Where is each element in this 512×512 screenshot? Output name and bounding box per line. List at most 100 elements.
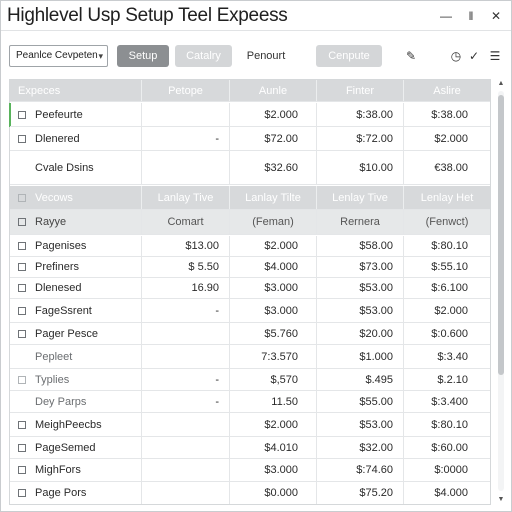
row-checkbox[interactable] [18,329,26,338]
group-checkbox[interactable] [18,193,26,202]
table-row[interactable]: FageSsrent - $3.000 $53.00 $2.000 [10,299,490,323]
cell-value: $:3.40 [437,350,468,363]
row-label: MeighPeecbs [35,418,102,431]
row-checkbox[interactable] [18,110,26,119]
cell-value: $:72.00 [317,127,404,150]
row-checkbox[interactable] [18,466,26,474]
row-checkbox[interactable] [18,489,26,497]
cell-value: $:80.10 [431,418,468,431]
row-checkbox[interactable] [18,242,26,250]
table-row[interactable]: Dlenesed 16.90 $3.000 $53.00 $:6.100 [10,278,490,299]
select-all-checkbox[interactable] [18,218,26,226]
minimize-icon[interactable]: — [437,7,455,25]
table-row[interactable]: Dlenered - $72.00 $:72.00 $2.000 [10,127,490,151]
table-row[interactable]: MeighPeecbs $2.000 $53.00 $:80.10 [10,413,490,437]
table-row[interactable]: Cvale Dsins $32.60 $10.00 €38.00 [10,151,490,185]
cell-value [142,482,230,504]
title-bar: Highlevel Usp Setup Teel Expeess — ‖ ✕ [1,1,511,31]
scroll-down-icon[interactable]: ▼ [496,495,506,505]
table-row[interactable]: Pepleet 7:3.570 $1.000 $:3.40 [10,345,490,369]
cell-value: $2.000 [230,413,317,436]
percent-button[interactable]: Penourt [239,45,293,67]
cell-value: $:0.600 [431,327,468,340]
cell-value: $4.000 [434,487,468,499]
row-label: Pager Pesce [35,327,98,340]
row-checkbox[interactable] [18,284,26,292]
clock-icon[interactable]: ◷ [448,47,464,65]
table-row[interactable]: Typlies - $,570 $.495 $.2.10 [10,369,490,391]
sub-header-cell: (Feman) [230,210,317,234]
cell-value: $:38.00 [317,103,404,126]
row-checkbox[interactable] [18,443,26,452]
cell-value: €38.00 [434,161,468,174]
cell-value: $:0000 [434,464,468,476]
row-checkbox[interactable] [18,263,26,271]
cell-value: $53.00 [317,413,404,436]
vertical-scrollbar[interactable]: ▲ ▼ [496,79,506,505]
row-checkbox[interactable] [18,134,26,143]
scroll-track[interactable] [498,91,504,491]
cell-value: 11.50 [230,391,317,412]
table-header-row: Expeces Petope Aunle Finter Aslire [10,80,490,102]
row-label: Pepleet [35,350,73,363]
check-icon[interactable]: ✓ [466,47,482,65]
column-header[interactable]: Expeces [10,80,142,101]
table-row[interactable]: Dey Parps - 11.50 $55.00 $:3.400 [10,391,490,413]
cell-value: $3.000 [230,299,317,322]
row-label: Peefeurte [35,108,83,121]
setup-button[interactable]: Setup [117,45,169,67]
cell-value [142,323,230,344]
column-header[interactable]: Petope [142,80,230,101]
scroll-thumb[interactable] [498,95,504,375]
row-checkbox[interactable] [18,164,26,172]
table-row[interactable]: Page Pors $0.000 $75.20 $4.000 [10,482,490,504]
row-checkbox[interactable] [18,353,26,361]
cell-value: $:80.10 [431,240,468,252]
table-row[interactable]: PageSemed $4.010 $32.00 $:60.00 [10,437,490,459]
cell-value: $:6.100 [431,282,468,294]
row-checkbox[interactable] [18,306,26,315]
row-checkbox[interactable] [18,420,26,429]
table-row[interactable]: Pagenises $13.00 $2.000 $58.00 $:80.10 [10,236,490,257]
table-row[interactable]: Prefiners $ 5.50 $4.000 $73.00 $:55.10 [10,257,490,278]
category-button[interactable]: Catalry [175,45,232,67]
sub-header-cell: (Fenwct) [425,216,469,228]
cell-value [142,103,230,126]
row-label: Typlies [35,373,70,386]
group-header-label: Vecows [35,191,73,204]
sub-header-row: Rayye Comart (Feman) Rernera (Fenwct) [10,210,490,235]
pencil-icon[interactable]: ✎ [403,47,419,65]
cell-value: $4.000 [230,257,317,277]
cell-value: $.2.10 [437,373,468,386]
row-label: Page Pors [35,487,87,499]
row-label: Dey Parps [35,395,87,408]
row-label: Dlenered [35,132,80,145]
cell-value: $55.00 [317,391,404,412]
group-header-cell[interactable]: Lanlay Tive [142,186,230,209]
row-checkbox[interactable] [18,398,26,406]
scroll-up-icon[interactable]: ▲ [496,79,506,89]
close-icon[interactable]: ✕ [487,7,505,25]
column-header[interactable]: Aslire [404,80,490,101]
table-row[interactable]: MighFors $3.000 $:74.60 $:0000 [10,459,490,482]
column-header[interactable]: Finter [317,80,404,101]
group-header-cell[interactable]: Lenlay Tive [317,186,404,209]
cell-value: $72.00 [230,127,317,150]
cell-value: $:38.00 [431,108,468,121]
column-header[interactable]: Aunle [230,80,317,101]
cell-value: $32.00 [317,437,404,458]
table-row[interactable]: Peefeurte $2.000 $:38.00 $:38.00 [10,103,490,127]
cell-value: $3.000 [230,459,317,481]
row-label: Prefiners [35,261,80,273]
list-icon[interactable]: ☰ [487,47,503,65]
cell-value: $0.000 [230,482,317,504]
table-row[interactable]: Pager Pesce $5.760 $20.00 $:0.600 [10,323,490,345]
group-header-cell[interactable]: Lenlay Het [404,186,490,209]
maximize-icon[interactable]: ‖ [462,7,480,25]
row-checkbox[interactable] [18,375,26,384]
view-select[interactable]: Peanlce Cevpeten ▾ [9,45,108,67]
group-header-cell[interactable]: Lanlay Tilte [230,186,317,209]
cell-value: $4.010 [230,437,317,458]
sub-header-cell: Comart [142,210,230,234]
compute-button[interactable]: Cenpute [316,45,382,67]
